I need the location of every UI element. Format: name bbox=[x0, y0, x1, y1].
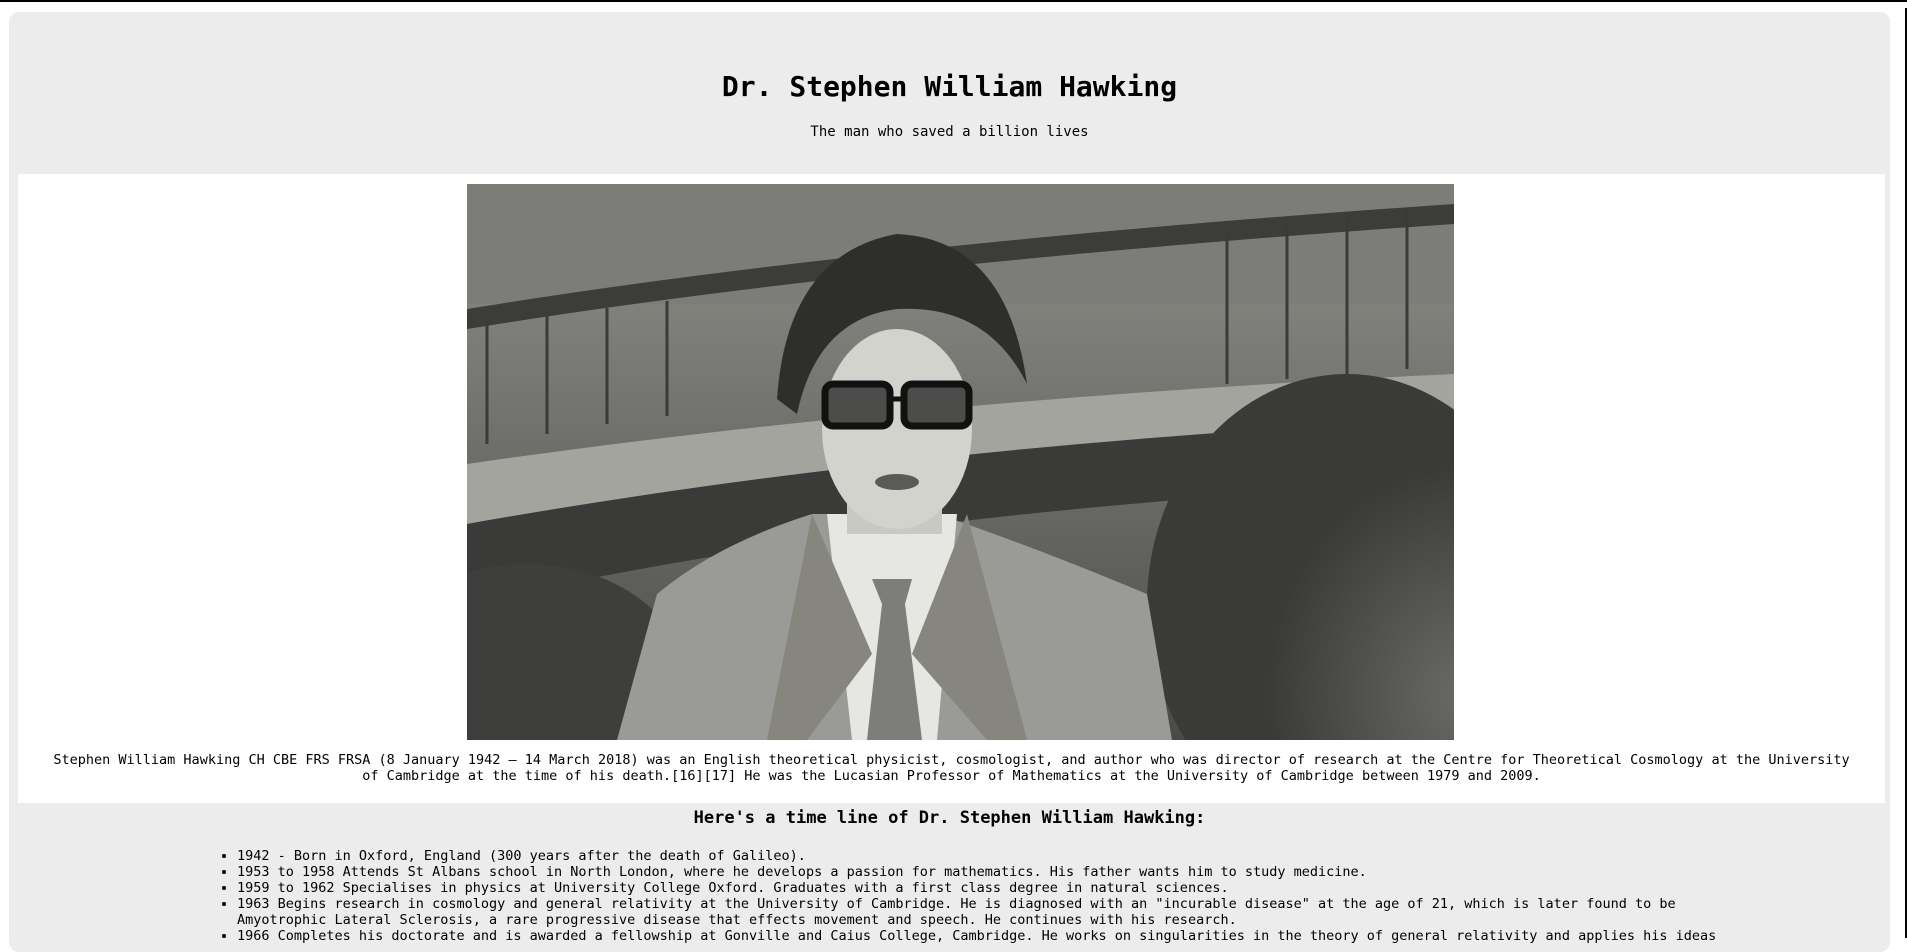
timeline-item: 1942 - Born in Oxford, England (300 year… bbox=[237, 848, 1737, 864]
timeline-item: 1963 Begins research in cosmology and ge… bbox=[237, 896, 1737, 928]
hawking-portrait-image bbox=[467, 184, 1454, 740]
window-top-border bbox=[0, 0, 1907, 2]
photo-caption: Stephen William Hawking CH CBE FRS FRSA … bbox=[53, 752, 1850, 784]
timeline-item: 1953 to 1958 Attends St Albans school in… bbox=[237, 864, 1737, 880]
page-header: Dr. Stephen William Hawking The man who … bbox=[9, 12, 1890, 174]
timeline-item: 1966 Completes his doctorate and is awar… bbox=[237, 928, 1737, 944]
main-container: Dr. Stephen William Hawking The man who … bbox=[9, 12, 1890, 952]
page-tagline: The man who saved a billion lives bbox=[810, 124, 1089, 140]
timeline-list: 1942 - Born in Oxford, England (300 year… bbox=[217, 848, 1737, 944]
page-title: Dr. Stephen William Hawking bbox=[721, 70, 1178, 103]
image-panel: Stephen William Hawking CH CBE FRS FRSA … bbox=[18, 174, 1885, 803]
timeline-heading: Here's a time line of Dr. Stephen Willia… bbox=[693, 808, 1206, 828]
timeline-item: 1959 to 1962 Specialises in physics at U… bbox=[237, 880, 1737, 896]
